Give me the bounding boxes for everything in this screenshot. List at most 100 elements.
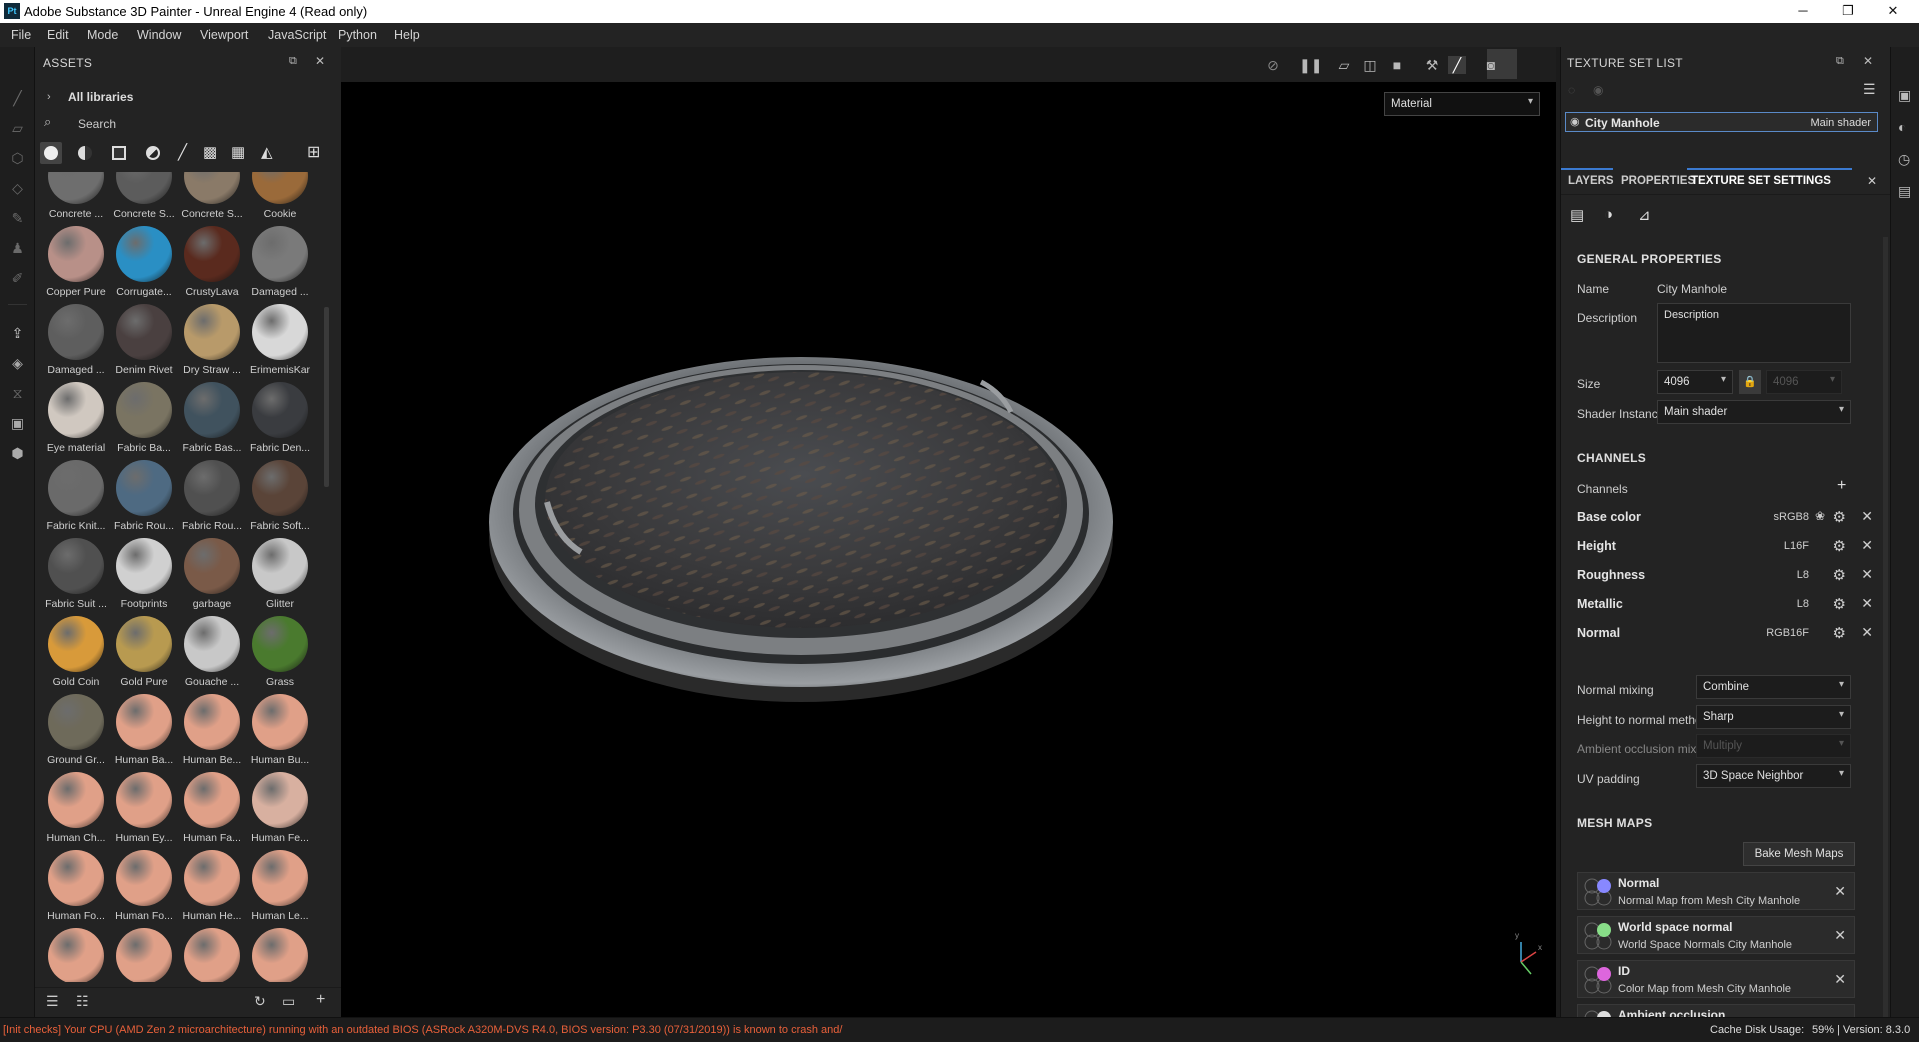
channel-row[interactable]: Roughness L8 ⚙ ✕: [1577, 563, 1879, 589]
asset-item[interactable]: CrustyLava: [178, 226, 246, 298]
close-icon[interactable]: ✕: [1861, 595, 1873, 612]
color-profile-icon[interactable]: ❀: [1815, 509, 1825, 523]
bake-icon[interactable]: ◈: [9, 355, 26, 372]
asset-item[interactable]: Fabric Knit...: [42, 460, 110, 532]
asset-item[interactable]: Fabric Bas...: [178, 382, 246, 454]
uv-padding-select[interactable]: 3D Space Neighbor ▾: [1696, 764, 1851, 788]
menu-file[interactable]: File: [11, 28, 31, 42]
asset-item[interactable]: Human Fe...: [246, 772, 314, 844]
material-sphere-icon[interactable]: ◑: [1604, 206, 1613, 223]
mesh-map-item[interactable]: ID Color Map from Mesh City Manhole ✕: [1577, 960, 1855, 998]
channel-format[interactable]: L8: [1797, 598, 1809, 610]
refresh-icon[interactable]: ↻: [254, 993, 266, 1010]
visibility-eye-icon[interactable]: ◉: [1570, 115, 1580, 128]
asset-item[interactable]: Dry Straw ...: [178, 304, 246, 376]
projection-icon[interactable]: ⬡: [9, 150, 26, 167]
add-channel-icon[interactable]: +: [1837, 477, 1846, 495]
new-folder-icon[interactable]: ▭: [282, 993, 295, 1010]
tab-texture-set-settings[interactable]: TEXTURE SET SETTINGS: [1691, 175, 1831, 187]
history-icon[interactable]: ◷: [1898, 151, 1910, 168]
textures-filter-icon[interactable]: ▦: [231, 143, 245, 161]
gear-icon[interactable]: ⚙: [1833, 508, 1846, 526]
menu-help[interactable]: Help: [394, 28, 420, 42]
channel-row[interactable]: Height L16F ⚙ ✕: [1577, 534, 1879, 560]
asset-item[interactable]: [110, 928, 178, 982]
normal-mixing-select[interactable]: Combine ▾: [1696, 675, 1851, 699]
close-icon[interactable]: ✕: [1861, 537, 1873, 554]
asset-item[interactable]: Concrete S...: [178, 172, 246, 220]
asset-item[interactable]: [246, 928, 314, 982]
clone-stamp-icon[interactable]: ♟: [9, 240, 26, 257]
channel-row[interactable]: Base color sRGB8 ❀ ⚙ ✕: [1577, 505, 1879, 531]
uv-icon[interactable]: ⊿: [1638, 206, 1651, 224]
asset-item[interactable]: Concrete ...: [42, 172, 110, 220]
screenshot-icon[interactable]: ◙: [1482, 56, 1500, 74]
color-picker-icon[interactable]: ✐: [9, 270, 26, 287]
assets-dock-icon[interactable]: ▣: [1898, 87, 1911, 104]
undock-icon[interactable]: ⧉: [289, 55, 297, 68]
size-select[interactable]: 4096 ▾: [1657, 370, 1733, 394]
tab-properties[interactable]: PROPERTIES: [1621, 175, 1695, 187]
asset-item[interactable]: Cookie: [246, 172, 314, 220]
display-settings-dock-icon[interactable]: ◐: [1898, 119, 1906, 135]
asset-item[interactable]: Damaged ...: [246, 226, 314, 298]
camera-icon[interactable]: ■: [1388, 56, 1406, 74]
asset-item[interactable]: Human Fo...: [110, 850, 178, 922]
asset-item[interactable]: Damaged ...: [42, 304, 110, 376]
gear-icon[interactable]: ⚙: [1833, 595, 1846, 613]
polygon-fill-icon[interactable]: ◇: [9, 180, 26, 197]
undock-icon[interactable]: ⧉: [1836, 55, 1844, 68]
gear-icon[interactable]: ⚙: [1833, 537, 1846, 555]
mesh-map-item[interactable]: World space normal World Space Normals Ci…: [1577, 916, 1855, 954]
alphas-filter-icon[interactable]: ▩: [203, 143, 217, 161]
asset-item[interactable]: Concrete S...: [110, 172, 178, 220]
symmetry-icon[interactable]: ⚒: [1423, 56, 1441, 74]
close-icon[interactable]: ✕: [1861, 624, 1873, 641]
materials-filter-icon[interactable]: [44, 146, 58, 160]
close-icon[interactable]: ✕: [1861, 508, 1873, 525]
channel-format[interactable]: sRGB8: [1774, 511, 1809, 523]
paint-brush-icon[interactable]: ╱: [9, 90, 26, 107]
menu-window[interactable]: Window: [137, 28, 181, 42]
eye-icon[interactable]: ◉: [1593, 83, 1603, 97]
asset-item[interactable]: Eye material: [42, 382, 110, 454]
close-icon[interactable]: ✕: [1834, 971, 1846, 988]
texture-set-icon[interactable]: ▤: [1570, 206, 1584, 224]
asset-item[interactable]: Human Fo...: [42, 850, 110, 922]
asset-item[interactable]: Human Ey...: [110, 772, 178, 844]
asset-item[interactable]: garbage: [178, 538, 246, 610]
settings-menu-icon[interactable]: ☰: [1863, 81, 1876, 98]
asset-item[interactable]: Fabric Ba...: [110, 382, 178, 454]
asset-item[interactable]: [42, 928, 110, 982]
asset-item[interactable]: Fabric Den...: [246, 382, 314, 454]
shader-instance-select[interactable]: Main shader ▾: [1657, 400, 1851, 424]
channel-format[interactable]: L16F: [1784, 540, 1809, 552]
search-input[interactable]: Search: [78, 117, 116, 131]
mesh-map-item[interactable]: Normal Normal Map from Mesh City Manhole ✕: [1577, 872, 1855, 910]
asset-item[interactable]: Footprints: [110, 538, 178, 610]
asset-item[interactable]: Denim Rivet: [110, 304, 178, 376]
paint-mode-icon[interactable]: ╱: [1448, 56, 1466, 74]
close-icon[interactable]: ✕: [1861, 566, 1873, 583]
close-panel-icon[interactable]: ✕: [315, 54, 325, 68]
menu-mode[interactable]: Mode: [87, 28, 118, 42]
asset-item[interactable]: Human Bu...: [246, 694, 314, 766]
camera-view-icon[interactable]: ▱: [1335, 56, 1353, 74]
hide-ui-icon[interactable]: ⊘: [1264, 56, 1282, 74]
asset-item[interactable]: [178, 928, 246, 982]
tab-layers[interactable]: LAYERS: [1568, 175, 1614, 187]
generators-filter-icon[interactable]: [146, 146, 160, 160]
display-mode-icon[interactable]: ◫: [1361, 56, 1379, 74]
asset-item[interactable]: Human Le...: [246, 850, 314, 922]
asset-item[interactable]: Human Be...: [178, 694, 246, 766]
shader-icon[interactable]: ⬢: [9, 445, 26, 462]
asset-item[interactable]: Fabric Rou...: [178, 460, 246, 532]
smudge-icon[interactable]: ✎: [9, 210, 26, 227]
sort-list-icon[interactable]: ☰: [46, 993, 59, 1010]
asset-item[interactable]: Human Ba...: [110, 694, 178, 766]
asset-item[interactable]: Gouache ...: [178, 616, 246, 688]
environments-filter-icon[interactable]: ◭: [261, 143, 273, 161]
texture-set-item[interactable]: ◉ City Manhole Main shader: [1565, 112, 1878, 132]
menu-viewport[interactable]: Viewport: [200, 28, 248, 42]
asset-item[interactable]: Human Ch...: [42, 772, 110, 844]
